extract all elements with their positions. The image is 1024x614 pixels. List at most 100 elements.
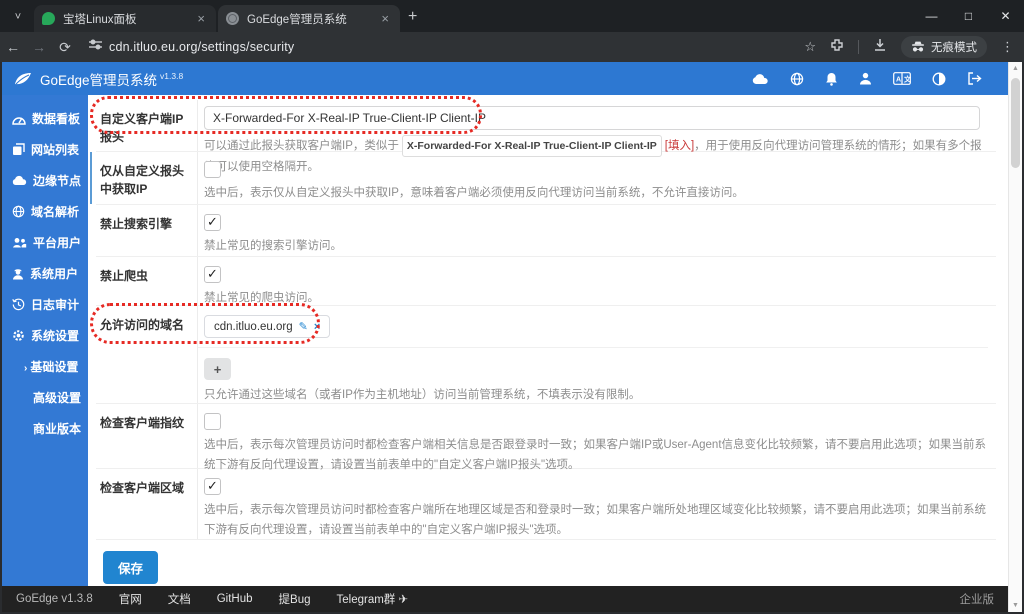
field-label: 仅从自定义报头中获取IP (100, 164, 185, 196)
page-scrollbar[interactable]: ▲ ▼ (1008, 62, 1022, 612)
baota-favicon (42, 12, 55, 25)
maximize-button[interactable]: □ (950, 0, 987, 32)
sidebar-subitem-commercial[interactable]: 商业版本 (2, 413, 88, 444)
field-label: 禁止搜索引擎 (100, 217, 173, 231)
history-icon (12, 298, 25, 311)
globe-icon (12, 205, 25, 218)
copy-pages-icon (13, 143, 25, 155)
tab-goedge-admin[interactable]: GoEdge管理员系统 × (218, 5, 400, 32)
globe-favicon (226, 12, 239, 25)
sidebar-item-platform-users[interactable]: 平台用户 (2, 227, 88, 258)
theme-contrast-icon[interactable] (932, 72, 946, 86)
check-region-checkbox[interactable] (204, 478, 221, 495)
field-help: 禁止常见的搜索引擎访问。 (204, 240, 342, 252)
field-label: 禁止爬虫 (100, 269, 149, 283)
minimize-button[interactable]: — (913, 0, 950, 32)
sidebar-item-audit-log[interactable]: 日志审计 (2, 289, 88, 320)
tab-baota-panel[interactable]: 宝塔Linux面板 × (34, 5, 216, 32)
browser-menu-icon[interactable]: ⋮ (1001, 39, 1014, 55)
goedge-logo-leaf-icon (15, 72, 31, 84)
block-crawlers-checkbox[interactable] (204, 266, 221, 283)
incognito-icon (912, 41, 924, 52)
footer-version: GoEdge v1.3.8 (16, 593, 93, 605)
field-label: 允许访问的域名 (100, 318, 185, 332)
footer-link-telegram[interactable]: Telegram群 ✈ (337, 591, 409, 607)
sidebar-item-edge-nodes[interactable]: 边缘节点 (2, 165, 88, 196)
field-label: 自定义客户端IP报头 (100, 112, 184, 144)
scroll-up-arrow[interactable]: ▲ (1009, 62, 1022, 75)
field-label: 检查客户端指纹 (100, 416, 185, 430)
row-accent-line (90, 152, 92, 204)
svg-text:文: 文 (904, 75, 911, 84)
footer-link-docs[interactable]: 文档 (168, 591, 191, 607)
edit-pencil-icon[interactable]: ✎ (299, 320, 308, 333)
tab-close-icon[interactable]: × (378, 11, 392, 26)
globe-icon[interactable] (790, 72, 804, 86)
field-label: 检查客户端区域 (100, 481, 185, 495)
incognito-badge[interactable]: 无痕模式 (901, 36, 987, 58)
cloud-status-icon[interactable] (752, 73, 769, 85)
gear-icon (13, 330, 24, 341)
logout-icon[interactable] (967, 72, 982, 85)
field-divider (198, 347, 988, 348)
new-tab-button[interactable]: + (408, 8, 417, 26)
only-custom-header-checkbox[interactable] (204, 161, 221, 178)
app-header: GoEdge管理员系统 v1.3.8 A文 (2, 62, 1008, 95)
form-row-check-client-fingerprint: 检查客户端指纹 选中后，表示每次管理员访问时都检查客户端相关信息是否跟登录时一致… (96, 404, 996, 471)
extensions-icon[interactable] (830, 38, 844, 57)
forward-button[interactable]: → (26, 39, 52, 55)
cloud-icon (12, 175, 27, 185)
block-search-engines-checkbox[interactable] (204, 214, 221, 231)
footer-enterprise-label[interactable]: 企业版 (960, 591, 995, 607)
footer-link-website[interactable]: 官网 (119, 591, 142, 607)
reload-button[interactable]: ⟳ (52, 39, 78, 56)
bookmark-star-icon[interactable]: ☆ (804, 39, 816, 55)
close-window-button[interactable]: ✕ (987, 0, 1024, 32)
footer-link-github[interactable]: GitHub (217, 593, 253, 605)
tab-title: 宝塔Linux面板 (63, 13, 137, 26)
app-footer: GoEdge v1.3.8 官网 文档 GitHub 提Bug Telegram… (2, 586, 1008, 612)
domain-tag-chip[interactable]: cdn.itluo.eu.org ✎ × (204, 315, 331, 338)
field-help: 选中后，表示仅从自定义报头中获取IP，意味着客户端必须使用反向代理访问当前系统，… (204, 187, 744, 199)
field-help: 选中后，表示每次管理员访问时都检查客户端所在地理区域是否和登录时一致；如果客户端… (204, 504, 986, 537)
form-row-allowed-domains: 允许访问的域名 cdn.itluo.eu.org ✎ × + 只允许通过这些域名… (90, 303, 996, 404)
form-row-block-search-engines: 禁止搜索引擎 禁止常见的搜索引擎访问。 (96, 205, 996, 257)
browser-toolbar: ← → ⟳ cdn.itluo.eu.org/settings/security… (0, 32, 1024, 62)
back-button[interactable]: ← (0, 39, 26, 55)
sidebar-item-websites[interactable]: 网站列表 (2, 134, 88, 165)
sidebar-item-system-users[interactable]: 系统用户 (2, 258, 88, 289)
settings-security-page: 自定义客户端IP报头 可以通过此报头获取客户端IP，类似于X-Forwarded… (88, 95, 1008, 586)
language-translate-icon[interactable]: A文 (893, 72, 911, 85)
fill-in-link[interactable]: [填入] (665, 140, 694, 152)
scrollbar-thumb[interactable] (1011, 78, 1020, 168)
sidebar-item-dns[interactable]: 域名解析 (2, 196, 88, 227)
add-domain-button[interactable]: + (204, 358, 231, 380)
notification-bell-icon[interactable] (825, 72, 838, 86)
form-row-check-client-region: 检查客户端区域 选中后，表示每次管理员访问时都检查客户端所在地理区域是否和登录时… (96, 469, 996, 540)
sidebar-subitem-advanced-settings[interactable]: 高级设置 (2, 382, 88, 413)
tab-search-button[interactable]: ˅ (8, 7, 28, 27)
custom-ip-header-input[interactable] (204, 106, 981, 130)
save-button[interactable]: 保存 (103, 551, 159, 584)
scroll-down-arrow[interactable]: ▼ (1009, 599, 1022, 612)
delete-tag-icon[interactable]: × (314, 321, 320, 333)
download-icon[interactable] (873, 38, 887, 57)
chevron-right-icon: › (24, 363, 28, 374)
browser-window: ˅ 宝塔Linux面板 × GoEdge管理员系统 × + — □ ✕ ← → … (0, 0, 1024, 614)
tab-title: GoEdge管理员系统 (247, 13, 347, 26)
sidebar-item-system-settings[interactable]: 系统设置 (2, 320, 88, 351)
url-bar[interactable]: cdn.itluo.eu.org/settings/security (109, 40, 294, 54)
tab-close-icon[interactable]: × (194, 11, 208, 26)
footer-link-bug[interactable]: 提Bug (279, 591, 311, 607)
user-profile-icon[interactable] (859, 72, 872, 85)
app-title: GoEdge管理员系统 v1.3.8 (40, 71, 184, 88)
sidebar-item-dashboard[interactable]: 数据看板 (2, 103, 88, 134)
site-settings-icon[interactable] (88, 37, 103, 57)
sidebar-subitem-basic-settings[interactable]: › 基础设置 (2, 351, 88, 382)
app-version: v1.3.8 (160, 71, 184, 81)
window-controls: — □ ✕ (913, 0, 1024, 32)
form-row-block-crawlers: 禁止爬虫 禁止常见的爬虫访问。 (96, 257, 996, 306)
svg-text:A: A (896, 77, 901, 84)
check-fingerprint-checkbox[interactable] (204, 413, 221, 430)
domain-tag-label: cdn.itluo.eu.org (214, 320, 293, 333)
